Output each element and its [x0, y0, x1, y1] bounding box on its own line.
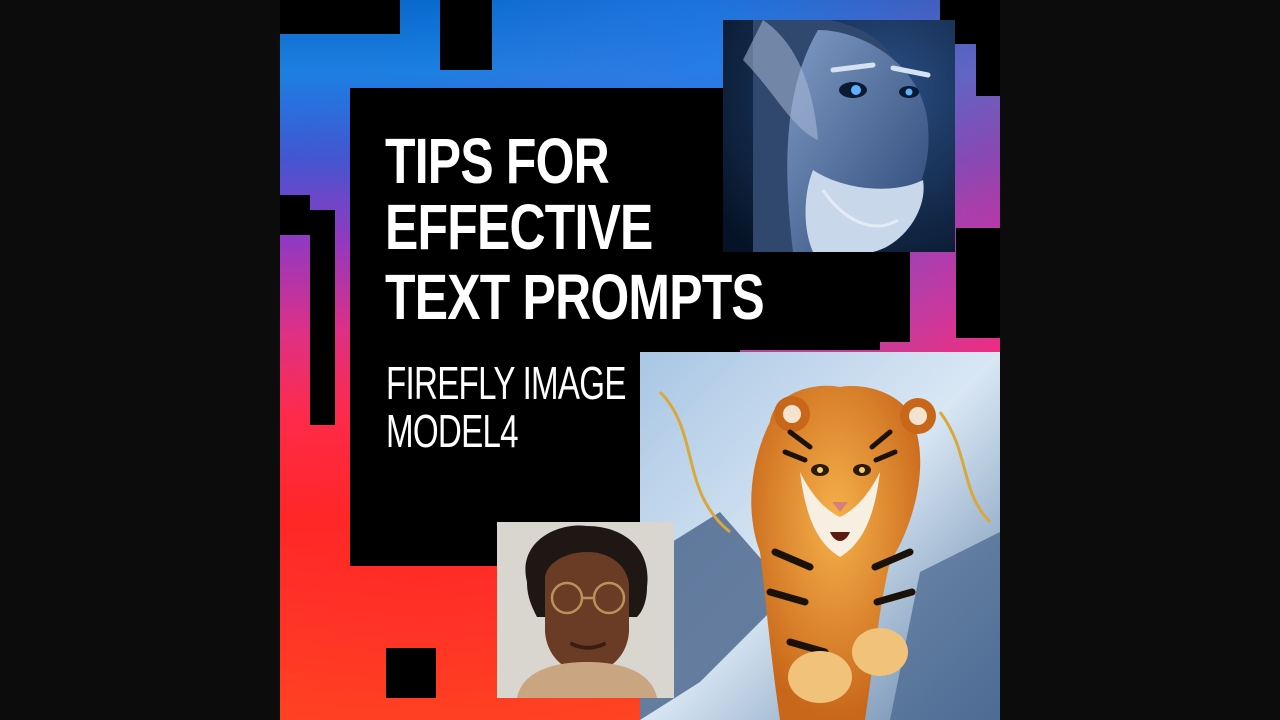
pixel-block: [956, 228, 1000, 338]
subtitle-line-1: FIREFLY IMAGE: [386, 357, 626, 409]
man-with-glasses-portrait-icon: [497, 522, 674, 698]
pixel-block: [440, 0, 492, 70]
pixel-block: [880, 252, 910, 342]
pixel-block: [310, 210, 335, 425]
pixel-block: [280, 0, 400, 34]
pixel-block: [280, 195, 310, 235]
promo-poster: TIPS FOR EFFECTIVE TEXT PROMPTS FIREFLY …: [280, 0, 1000, 720]
pixel-block: [386, 648, 436, 698]
elderly-man-portrait-icon: [723, 20, 955, 252]
title-line-1: TIPS FOR: [385, 125, 610, 197]
leaping-tiger-icon: [640, 352, 1000, 720]
title-line-2: EFFECTIVE: [385, 191, 653, 263]
video-frame: TIPS FOR EFFECTIVE TEXT PROMPTS FIREFLY …: [0, 0, 1280, 720]
title-line-3: TEXT PROMPTS: [385, 261, 765, 333]
pixel-block: [976, 44, 1000, 96]
subtitle-line-2: MODEL4: [386, 405, 519, 457]
